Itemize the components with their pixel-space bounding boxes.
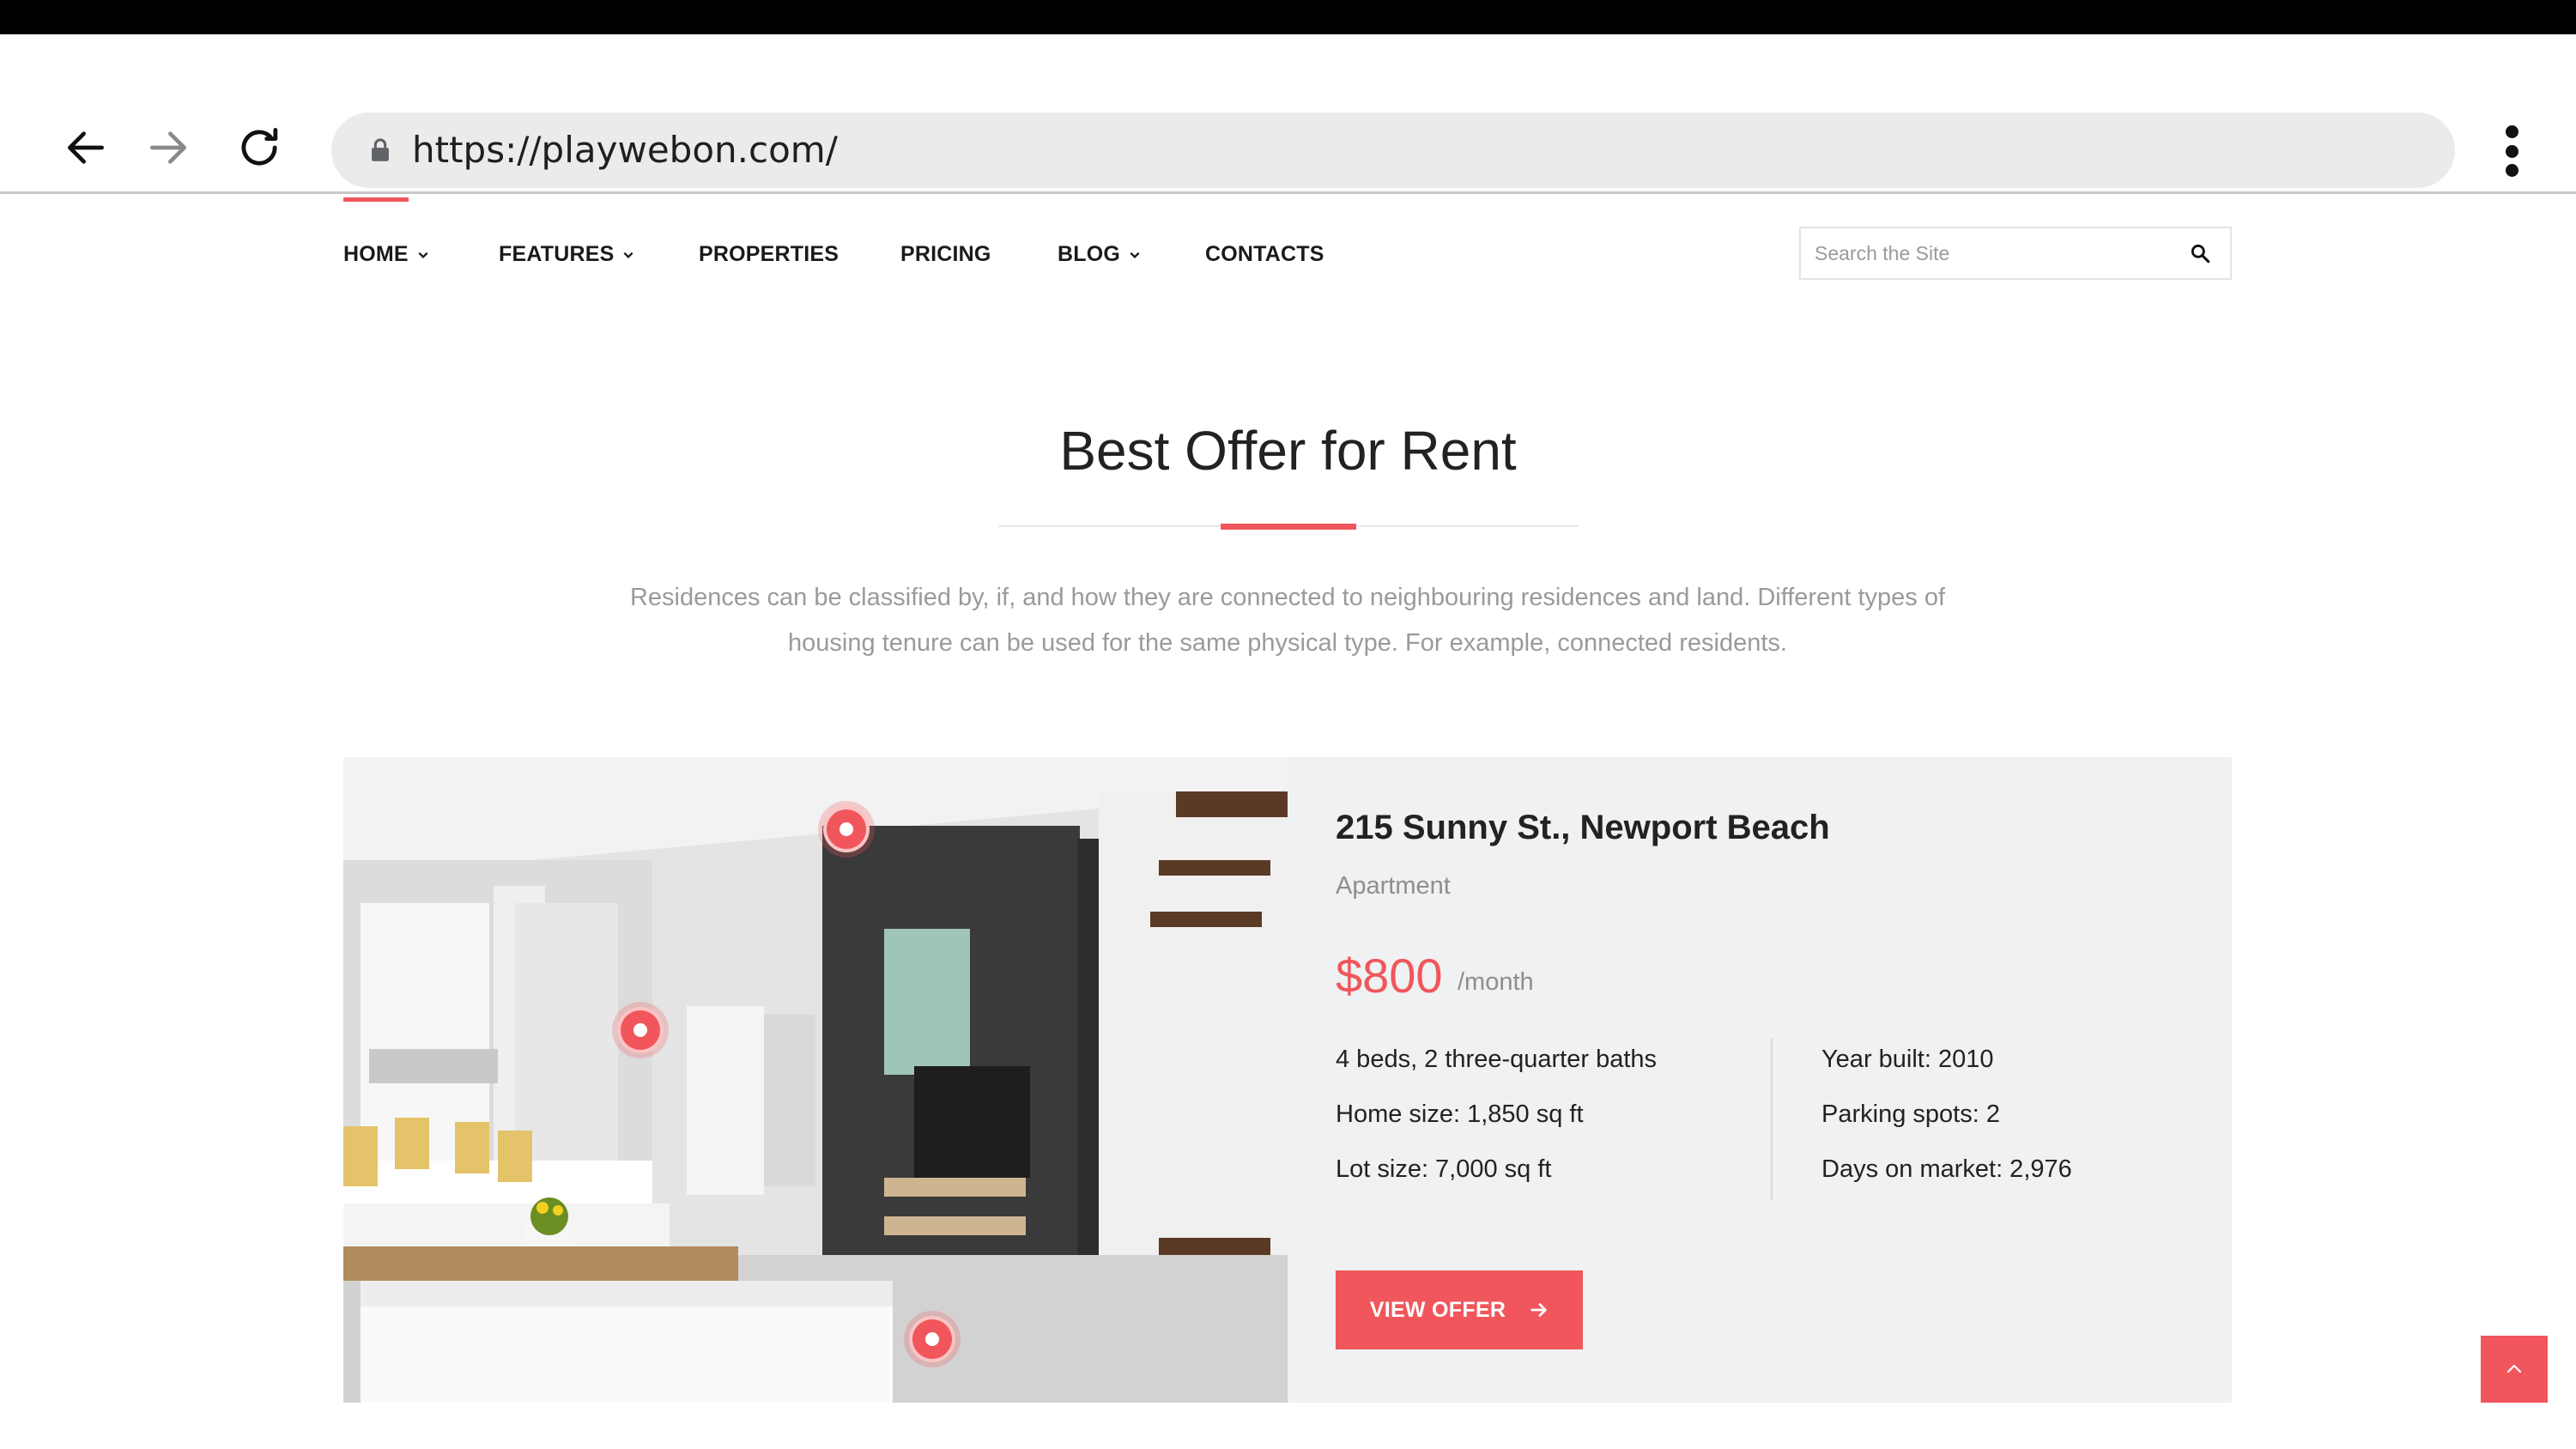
reload-button[interactable] bbox=[232, 120, 287, 175]
detail-home-size: Home size: 1,850 sq ft bbox=[1336, 1100, 1584, 1128]
reload-icon bbox=[241, 128, 278, 166]
site-navigation: HOME FEATURES PROPERTIES PRICING BLOG CO… bbox=[343, 197, 2232, 309]
chevron-down-icon bbox=[1130, 252, 1140, 258]
intro-line: housing tenure can be used for the same … bbox=[788, 629, 1787, 657]
offer-card: 215 Sunny St., Newport Beach Apartment $… bbox=[343, 757, 2232, 1403]
section-title: Best Offer for Rent bbox=[1059, 420, 1517, 482]
image-hotspot[interactable] bbox=[823, 806, 870, 852]
search-input[interactable] bbox=[1801, 228, 2179, 278]
nav-item-label: PRICING bbox=[900, 242, 991, 266]
search-icon[interactable] bbox=[2189, 242, 2211, 264]
browser-toolbar: https://playwebon.com/ bbox=[0, 34, 2576, 194]
image-hotspot[interactable] bbox=[617, 1007, 664, 1053]
detail-lot-size: Lot size: 7,000 sq ft bbox=[1336, 1155, 1552, 1183]
detail-year-built: Year built: 2010 bbox=[1821, 1046, 1994, 1073]
property-type: Apartment bbox=[1336, 872, 1451, 900]
nav-active-indicator bbox=[343, 197, 409, 202]
site-search bbox=[1799, 227, 2232, 280]
arrow-left-icon bbox=[68, 131, 104, 164]
nav-item-home[interactable]: HOME bbox=[343, 242, 429, 267]
image-hotspot[interactable] bbox=[909, 1316, 955, 1362]
chevron-up-icon bbox=[2506, 1364, 2522, 1373]
arrow-right-icon bbox=[150, 131, 187, 164]
chevron-down-icon bbox=[418, 252, 428, 258]
interior-illustration bbox=[343, 757, 1288, 1403]
arrow-right-icon bbox=[1530, 1303, 1547, 1317]
device-status-bar bbox=[0, 0, 2576, 34]
details-divider bbox=[1771, 1039, 1773, 1200]
more-vert-icon bbox=[2505, 125, 2518, 138]
nav-item-label: CONTACTS bbox=[1205, 242, 1324, 266]
view-offer-label: VIEW OFFER bbox=[1369, 1297, 1506, 1322]
nav-item-label: PROPERTIES bbox=[699, 242, 839, 266]
forward-button[interactable] bbox=[141, 120, 196, 175]
view-offer-button[interactable]: VIEW OFFER bbox=[1336, 1270, 1583, 1349]
url-text[interactable]: https://playwebon.com/ bbox=[412, 130, 838, 171]
property-price: $800 bbox=[1336, 949, 1443, 1003]
detail-days-on-market: Days on market: 2,976 bbox=[1821, 1155, 2072, 1183]
browser-menu-button[interactable] bbox=[2489, 120, 2534, 182]
detail-parking: Parking spots: 2 bbox=[1821, 1100, 2000, 1128]
price-period: /month bbox=[1458, 968, 1534, 996]
intro-line: Residences can be classified by, if, and… bbox=[629, 584, 1946, 611]
title-accent-bar bbox=[1221, 524, 1356, 530]
lock-icon bbox=[372, 138, 389, 161]
detail-beds-baths: 4 beds, 2 three-quarter baths bbox=[1336, 1046, 1658, 1073]
offer-details-panel: 215 Sunny St., Newport Beach Apartment $… bbox=[1288, 757, 2232, 1403]
back-button[interactable] bbox=[58, 120, 113, 175]
nav-item-features[interactable]: FEATURES bbox=[499, 242, 634, 267]
nav-item-properties[interactable]: PROPERTIES bbox=[699, 242, 839, 267]
nav-item-label: BLOG bbox=[1058, 242, 1121, 266]
property-address: 215 Sunny St., Newport Beach bbox=[1336, 809, 1830, 846]
nav-item-contacts[interactable]: CONTACTS bbox=[1205, 242, 1324, 267]
back-to-top-button[interactable] bbox=[2481, 1336, 2548, 1403]
nav-item-blog[interactable]: BLOG bbox=[1058, 242, 1141, 267]
nav-item-label: HOME bbox=[343, 242, 409, 266]
address-bar[interactable]: https://playwebon.com/ bbox=[331, 112, 2455, 188]
section-intro: Residences can be classified by, if, and… bbox=[601, 575, 1974, 666]
chevron-down-icon bbox=[623, 252, 633, 258]
nav-item-label: FEATURES bbox=[499, 242, 615, 266]
nav-item-pricing[interactable]: PRICING bbox=[900, 242, 991, 267]
property-image bbox=[343, 757, 1288, 1403]
